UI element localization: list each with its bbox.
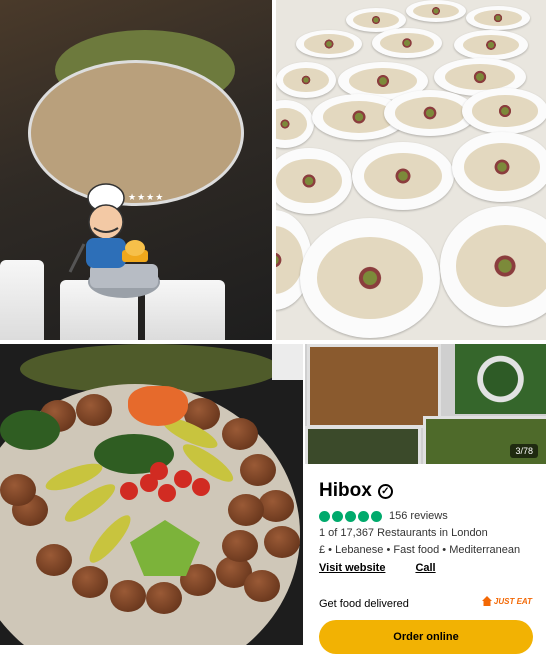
photo-buffet-trays[interactable]: 3/78	[305, 344, 546, 464]
tomato	[158, 484, 176, 502]
restaurant-info-card: Hibox ✓ 156 reviews 1 of 17,367 Restaura…	[305, 464, 546, 654]
visit-website-link[interactable]: Visit website	[319, 562, 385, 574]
falafel	[146, 582, 182, 614]
hummus-bowl	[300, 218, 440, 338]
hummus-bowl	[352, 142, 454, 210]
falafel	[0, 474, 36, 506]
rating-stars-decoration: ★★★★	[128, 192, 165, 202]
hummus-bowl	[276, 100, 314, 148]
review-count[interactable]: 156 reviews	[389, 510, 448, 522]
rating-dot	[319, 510, 330, 522]
gallery-counter: 3/78	[510, 444, 538, 458]
floral-display	[455, 344, 546, 414]
rating-dot	[345, 510, 356, 522]
call-link[interactable]: Call	[415, 562, 435, 574]
just-eat-label: JUST EAT	[493, 596, 532, 606]
tomato	[192, 478, 210, 496]
falafel	[228, 494, 264, 526]
action-links: Visit website Call	[319, 562, 436, 574]
hummus-bowl	[406, 0, 466, 22]
just-eat-logo[interactable]: JUST EAT	[481, 596, 532, 606]
rating-dot	[358, 510, 369, 522]
falafel	[72, 566, 108, 598]
restaurant-name: Hibox	[319, 480, 372, 501]
falafel	[222, 530, 258, 562]
photo-falafel-platter[interactable]	[0, 344, 303, 645]
falafel	[240, 454, 276, 486]
hummus-bowl	[462, 88, 546, 134]
plate-stack	[0, 260, 44, 340]
falafel	[222, 418, 258, 450]
rating-row[interactable]: 156 reviews	[319, 510, 448, 522]
order-online-button[interactable]: Order online	[319, 620, 533, 654]
just-eat-house-icon	[481, 596, 492, 606]
name-row: Hibox ✓	[319, 480, 393, 502]
rating-dot	[332, 510, 343, 522]
carrot-flower	[128, 386, 188, 426]
hummus-bowl	[276, 62, 336, 98]
falafel	[264, 526, 300, 558]
hummus-bowl	[452, 132, 546, 202]
tomato	[150, 462, 168, 480]
tomato	[174, 470, 192, 488]
verified-badge-icon: ✓	[377, 483, 393, 499]
categories-text: £ • Lebanese • Fast food • Mediterranean	[319, 544, 521, 556]
hummus-bowl	[454, 30, 528, 60]
veg-tray	[305, 426, 421, 464]
falafel	[110, 580, 146, 612]
delivery-label: Get food delivered	[319, 598, 409, 610]
hummus-bowl	[440, 206, 546, 326]
hummus-bowl	[296, 30, 362, 58]
chicken-tray	[307, 344, 441, 428]
photo-mezze-platter[interactable]: ★★★★	[0, 0, 272, 340]
plate-edge	[272, 344, 303, 380]
rating-dot	[371, 510, 382, 522]
parsley-garnish	[0, 410, 60, 450]
hummus-bowl	[372, 28, 442, 58]
photo-hummus-bowls[interactable]	[276, 0, 546, 340]
falafel	[76, 394, 112, 426]
hummus-bowl	[276, 148, 352, 214]
falafel	[244, 570, 280, 602]
tomato	[120, 482, 138, 500]
hummus-bowl	[466, 6, 530, 30]
ranking-text: 1 of 17,367 Restaurants in London	[319, 527, 488, 539]
falafel	[36, 544, 72, 576]
